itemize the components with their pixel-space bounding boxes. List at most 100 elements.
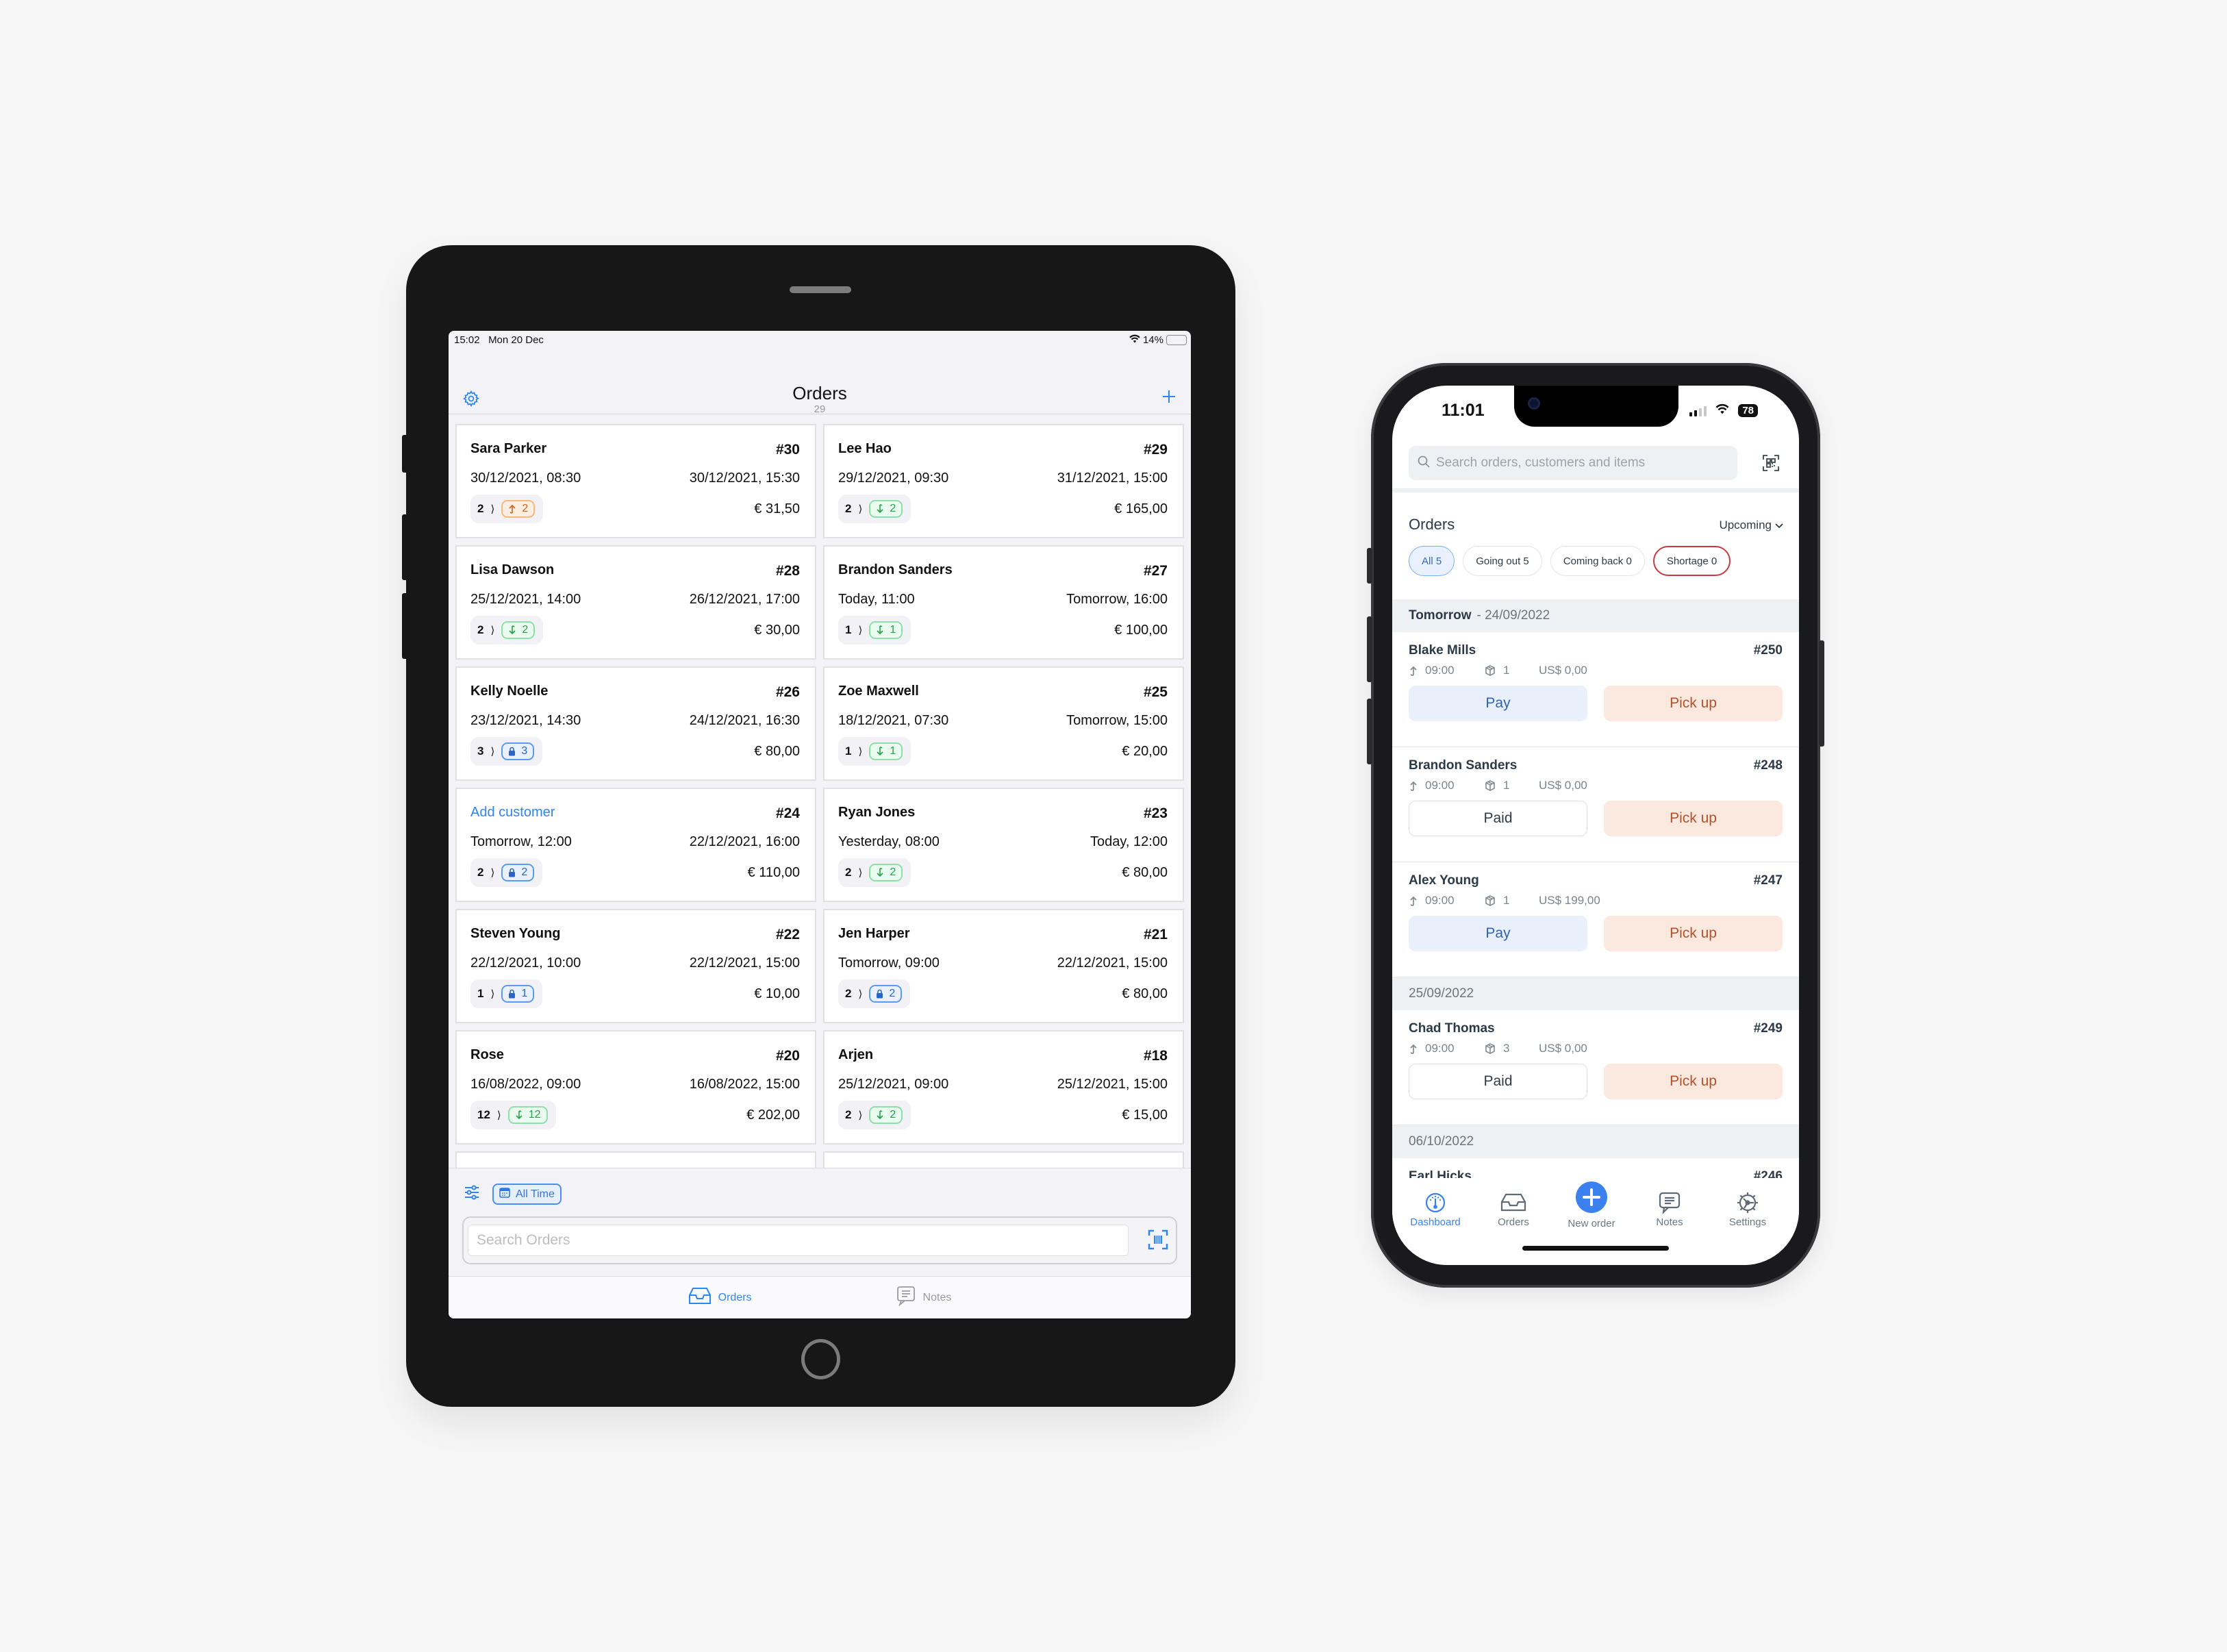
order-card[interactable]: Kelly Noelle #26 23/12/2021, 14:30 24/12… — [455, 666, 816, 781]
items-summary[interactable]: 3 ⟩ 3 — [470, 737, 543, 766]
qr-scan-icon[interactable] — [1762, 454, 1780, 475]
start-datetime: 16/08/2022, 09:00 — [470, 1077, 581, 1092]
paid-button[interactable]: Paid — [1409, 1064, 1588, 1099]
order-card[interactable]: Ryan Jones #23 Yesterday, 08:00 Today, 1… — [823, 788, 1184, 902]
items-summary[interactable]: 2 ⟩ 2 — [838, 1101, 911, 1129]
items-summary[interactable]: 2 ⟩ 2 — [470, 495, 544, 523]
pick-up-button[interactable]: Pick up — [1604, 1064, 1783, 1099]
items-summary[interactable]: 2 ⟩ 2 — [838, 858, 911, 887]
order-list-item[interactable]: Brandon Sanders #248 09:00 1 US$ 0,00 Pai… — [1392, 747, 1799, 862]
tab-settings[interactable]: Settings — [1710, 1189, 1785, 1228]
order-card[interactable]: Lee Hao #29 29/12/2021, 09:30 31/12/2021… — [823, 424, 1184, 538]
lock-icon — [508, 868, 516, 877]
order-card[interactable]: Steven Young #22 22/12/2021, 10:00 22/12… — [455, 909, 816, 1023]
order-list-item[interactable]: Earl Hicks #246 — [1392, 1158, 1799, 1178]
upcoming-dropdown[interactable]: Upcoming — [1719, 518, 1784, 532]
search-input[interactable] — [468, 1225, 1129, 1256]
status-date: Mon 20 Dec — [488, 334, 544, 346]
notch — [1514, 386, 1678, 427]
iphone-volume-down — [1367, 699, 1372, 764]
order-number: #25 — [1143, 684, 1168, 700]
date-range-chip[interactable]: All Time — [492, 1184, 562, 1205]
chevron-right-icon: ⟩ — [858, 988, 863, 1000]
tab-orders[interactable]: Orders — [688, 1287, 752, 1308]
order-card[interactable]: Sara Parker #30 30/12/2021, 08:30 30/12/… — [455, 424, 816, 538]
add-customer-link[interactable]: Add customer — [470, 805, 555, 821]
filter-chip[interactable]: Shortage 0 — [1652, 546, 1731, 576]
item-count: 12 — [477, 1108, 490, 1121]
tab-dashboard[interactable]: Dashboard — [1398, 1189, 1473, 1228]
start-datetime: Tomorrow, 12:00 — [470, 834, 572, 849]
items-summary[interactable]: 1 ⟩ 1 — [470, 979, 543, 1008]
order-card[interactable]: Zoe Maxwell #25 18/12/2021, 07:30 Tomorr… — [823, 666, 1184, 781]
items-summary[interactable]: 2 ⟩ 2 — [838, 495, 911, 523]
order-price: € 100,00 — [1114, 622, 1168, 638]
order-list-item[interactable]: Blake Mills #250 09:00 1 US$ 0,00 Pay Pic… — [1392, 632, 1799, 747]
add-order-button[interactable] — [1161, 388, 1177, 408]
package-icon — [1484, 779, 1496, 792]
filter-chip[interactable]: Coming back 0 — [1550, 546, 1645, 576]
navigation-bar: Orders 29 — [449, 349, 1191, 415]
date-label: 06/10/2022 — [1409, 1134, 1474, 1149]
order-list-item[interactable]: Alex Young #247 09:00 1 US$ 199,00 Pay Pi… — [1392, 862, 1799, 977]
order-price: € 20,00 — [1122, 743, 1168, 759]
items-summary[interactable]: 2 ⟩ 2 — [470, 858, 543, 887]
paid-button[interactable]: Paid — [1409, 801, 1588, 836]
item-count: 2 — [845, 866, 852, 879]
arrow-down-icon — [876, 625, 884, 635]
chevron-right-icon: ⟩ — [858, 503, 863, 515]
chevron-right-icon: ⟩ — [490, 988, 495, 1000]
order-number: #28 — [775, 563, 800, 579]
items-summary[interactable]: 2 ⟩ 2 — [838, 979, 911, 1008]
customer-name: Kelly Noelle — [470, 683, 549, 699]
order-card[interactable]: Arjen #18 25/12/2021, 09:00 25/12/2021, … — [823, 1030, 1184, 1144]
customer-name: Alex Young — [1409, 873, 1479, 888]
battery-icon — [1166, 334, 1187, 345]
tab-orders[interactable]: Orders — [1476, 1189, 1551, 1228]
item-count: 1 — [477, 987, 484, 1000]
items-summary[interactable]: 1 ⟩ 1 — [838, 737, 911, 766]
pick-up-button[interactable]: Pick up — [1604, 801, 1783, 836]
order-price: € 15,00 — [1122, 1107, 1168, 1123]
date-group-header: 06/10/2022 — [1392, 1125, 1799, 1158]
order-number: #248 — [1753, 758, 1783, 773]
pick-up-button[interactable]: Pick up — [1604, 686, 1783, 721]
ipad-speaker — [790, 286, 851, 293]
customer-name: Brandon Sanders — [1409, 758, 1518, 773]
package-icon — [1484, 664, 1496, 677]
barcode-scan-icon[interactable] — [1147, 1229, 1169, 1254]
order-card[interactable]: Jen Harper #21 Tomorrow, 09:00 22/12/202… — [823, 909, 1184, 1023]
pick-up-button[interactable]: Pick up — [1604, 916, 1783, 951]
order-number: #18 — [1143, 1048, 1168, 1064]
items-summary[interactable]: 12 ⟩ 12 — [470, 1101, 556, 1129]
filter-chip[interactable]: All 5 — [1409, 546, 1455, 576]
badge-count: 2 — [522, 624, 529, 636]
arrow-down-icon — [876, 747, 884, 756]
status-badge: 2 — [501, 864, 535, 881]
tab-notes[interactable]: Notes — [896, 1286, 951, 1310]
pay-button[interactable]: Pay — [1409, 686, 1587, 721]
items-summary[interactable]: 2 ⟩ 2 — [470, 616, 544, 644]
search-input[interactable] — [1436, 455, 1729, 471]
signal-icon — [1689, 405, 1707, 416]
order-card[interactable]: Add customer #24 Tomorrow, 12:00 22/12/2… — [455, 788, 816, 902]
pay-button[interactable]: Pay — [1409, 916, 1587, 951]
sliders-icon[interactable] — [464, 1185, 480, 1203]
order-card[interactable]: Lisa Dawson #28 25/12/2021, 14:00 26/12/… — [455, 545, 816, 660]
going-out-icon — [1409, 665, 1418, 676]
filter-chip[interactable]: Going out 5 — [1463, 546, 1542, 576]
chevron-right-icon: ⟩ — [490, 867, 495, 879]
order-list-item[interactable]: Chad Thomas #249 09:00 3 US$ 0,00 Paid Pi… — [1392, 1010, 1799, 1125]
items-summary[interactable]: 1 ⟩ 1 — [838, 616, 911, 644]
tab-new-order[interactable]: New order — [1554, 1181, 1629, 1229]
order-number: #21 — [1143, 927, 1168, 942]
tab-notes[interactable]: Notes — [1632, 1189, 1707, 1228]
ipad-home-button[interactable] — [801, 1339, 840, 1379]
ipad-screen: 15:02 Mon 20 Dec 14% Orders 29 Sara Park… — [449, 331, 1191, 1318]
order-price: € 30,00 — [754, 622, 800, 638]
customer-name: Zoe Maxwell — [838, 683, 919, 699]
end-datetime: 26/12/2021, 17:00 — [689, 592, 800, 607]
order-price: € 10,00 — [754, 986, 800, 1001]
order-card[interactable]: Rose #20 16/08/2022, 09:00 16/08/2022, 1… — [455, 1030, 816, 1144]
order-card[interactable]: Brandon Sanders #27 Today, 11:00 Tomorro… — [823, 545, 1184, 660]
